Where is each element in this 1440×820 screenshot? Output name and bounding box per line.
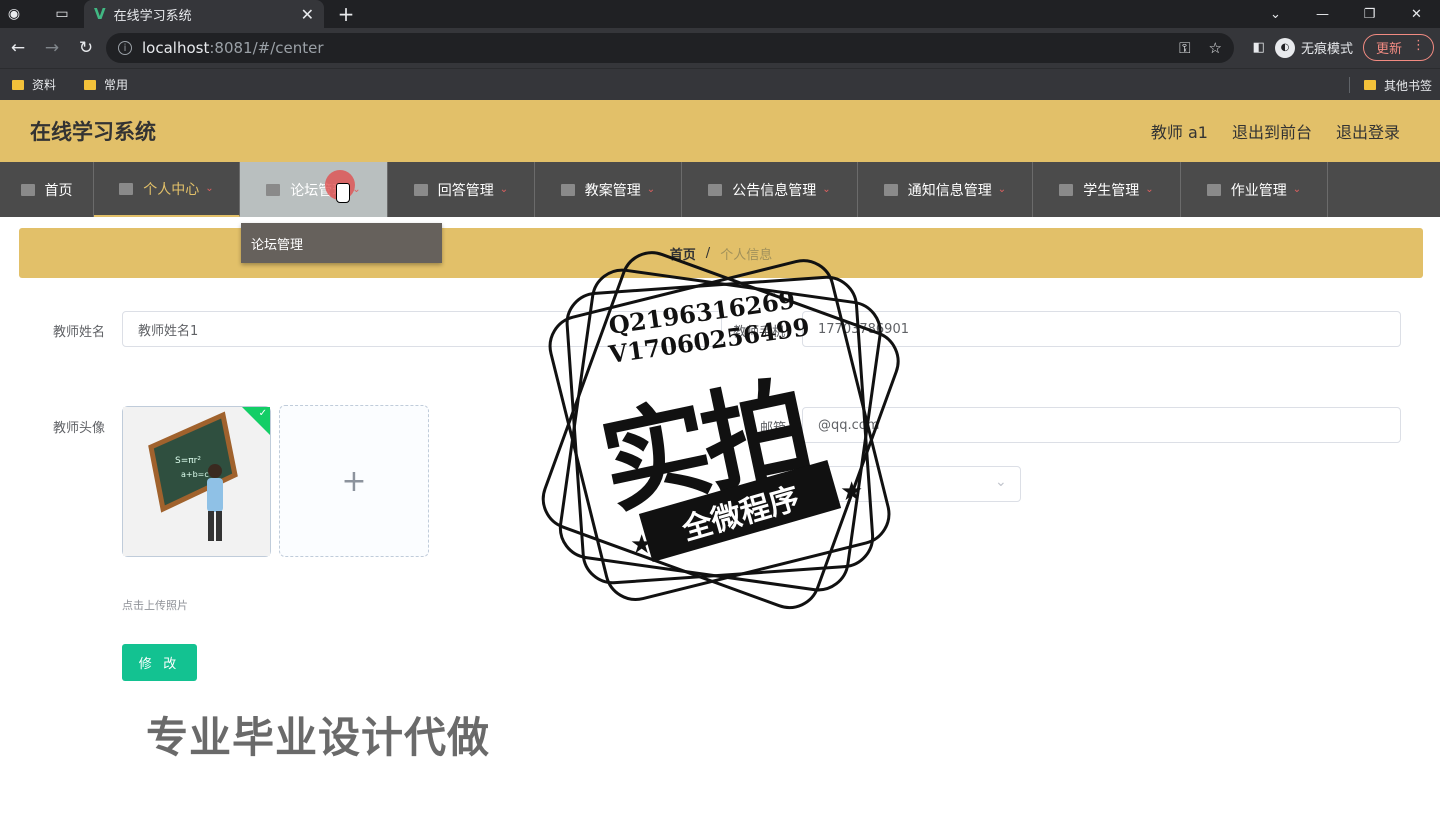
close-window-icon[interactable]: ✕: [1393, 0, 1440, 28]
tab-title: 在线学习系统: [113, 8, 192, 24]
chevron-down-icon: ⌄: [646, 184, 656, 195]
menu-item-home[interactable]: 首页: [0, 162, 94, 217]
app-header: 在线学习系统 教师 a1 退出到前台 退出登录: [0, 100, 1440, 162]
submenu-item-forum[interactable]: 论坛管理: [241, 223, 442, 263]
chevron-down-icon: ⌄: [822, 184, 831, 195]
folder-icon: [12, 79, 24, 90]
divider: [1349, 77, 1350, 93]
other-bookmarks-label: 其他书签: [1383, 78, 1432, 93]
menu-label: 作业管理: [1230, 182, 1287, 199]
avatar-label: 教师头像: [53, 421, 106, 436]
menu-label: 学生管理: [1083, 182, 1140, 199]
menu-item-notifications[interactable]: 通知信息管理 ⌄: [858, 162, 1033, 217]
incognito-label: 无痕模式: [1300, 42, 1353, 57]
reload-icon[interactable]: ↻: [70, 32, 102, 64]
user-icon: [119, 182, 134, 195]
menu-label: 回答管理: [437, 182, 494, 199]
key-icon[interactable]: ⚿: [1179, 39, 1190, 57]
url-host: localhost: [142, 39, 210, 57]
star-icon: ★: [840, 477, 863, 507]
new-tab-button[interactable]: +: [334, 0, 358, 28]
update-button[interactable]: 更新 ⋮: [1362, 34, 1434, 61]
chevron-down-icon: ⌄: [995, 474, 1007, 490]
app-title: 在线学习系统: [30, 120, 156, 144]
mic-icon: [1059, 183, 1074, 196]
menu-label: 首页: [44, 182, 73, 199]
bookmarks-bar: 资料 常用 其他书签: [0, 68, 1440, 100]
name-label: 教师姓名: [53, 325, 106, 340]
info-icon[interactable]: i: [118, 41, 132, 55]
other-bookmarks[interactable]: 其他书签: [1363, 69, 1432, 101]
restore-icon[interactable]: ❐: [1346, 0, 1393, 28]
menu-item-announcements[interactable]: 公告信息管理 ⌄: [682, 162, 858, 217]
chat-icon: [413, 183, 428, 196]
menu-item-students[interactable]: 学生管理 ⌄: [1033, 162, 1181, 217]
menu-item-lesson-plans[interactable]: 教案管理 ⌄: [535, 162, 682, 217]
star-icon[interactable]: ☆: [1209, 39, 1222, 57]
menu-item-answers[interactable]: 回答管理 ⌄: [388, 162, 535, 217]
svg-text:S=πr²: S=πr²: [175, 456, 201, 466]
upload-trigger[interactable]: +: [279, 405, 429, 557]
menu-label: 个人中心: [143, 181, 200, 198]
window-controls: ⌄ — ❐ ✕: [1252, 0, 1440, 28]
plus-icon: +: [341, 463, 367, 499]
bell-off-icon: [883, 183, 898, 196]
avatar-thumbnail[interactable]: S=πr² a+b=c ✓: [122, 406, 271, 557]
chevron-down-icon: ⌄: [205, 183, 214, 194]
mail-icon: [560, 183, 575, 196]
bookmark-label: 资料: [32, 78, 57, 92]
chevron-down-icon: ⌄: [1145, 184, 1154, 195]
forward-icon[interactable]: →: [36, 32, 68, 64]
menu-item-personal-center[interactable]: 个人中心 ⌄: [94, 162, 240, 217]
menu-label: 公告信息管理: [732, 182, 817, 199]
toolbar-right: ◧ ◐ 无痕模式 更新 ⋮: [1253, 34, 1434, 61]
browser-tab[interactable]: V 在线学习系统 ✕: [84, 0, 324, 28]
check-icon: ✓: [258, 408, 267, 419]
sliders-icon: [1206, 183, 1221, 196]
grid-icon: [266, 183, 281, 196]
menu-item-forum[interactable]: 论坛管理 ⌄: [240, 162, 388, 217]
watermark-footer: 专业毕业设计代做: [146, 713, 491, 762]
incognito-indicator[interactable]: ◐ 无痕模式: [1274, 37, 1353, 58]
user-label: 教师 a1: [1150, 123, 1208, 142]
chevron-down-icon: ⌄: [1292, 184, 1302, 195]
main-menu: 首页 个人中心 ⌄ 论坛管理 ⌄ 回答管理 ⌄ 教案管理 ⌄ 公告信息管理 ⌄ 通知信息管…: [0, 162, 1440, 217]
window-icon[interactable]: ▭: [48, 0, 76, 28]
back-to-front-link[interactable]: 退出到前台: [1232, 119, 1312, 143]
more-icon: ⋮: [1412, 38, 1425, 53]
hand-cursor-icon: [336, 183, 350, 203]
submit-button[interactable]: 修 改: [122, 644, 197, 681]
chevron-down-icon: ⌄: [997, 184, 1007, 195]
update-label: 更新: [1375, 42, 1402, 57]
ticket-icon: [708, 183, 723, 196]
upload-tip: 点击上传照片: [122, 599, 188, 612]
folder-icon: [1363, 80, 1376, 90]
address-bar[interactable]: i localhost:8081/#/center ⚿ ☆: [106, 33, 1234, 63]
bookmark-folder-1[interactable]: 常用: [84, 76, 128, 93]
header-links: 教师 a1 退出到前台 退出登录: [1151, 100, 1400, 162]
folder-icon: [84, 79, 97, 90]
incognito-icon: ◐: [1274, 37, 1295, 58]
home-icon: [20, 183, 35, 196]
back-icon[interactable]: ←: [2, 32, 34, 64]
menu-label: 通知信息管理: [907, 182, 992, 199]
close-icon[interactable]: ✕: [301, 5, 314, 24]
menu-label: 教案管理: [584, 182, 641, 199]
svg-text:a+b=c: a+b=c: [181, 470, 209, 479]
minimize-icon[interactable]: —: [1299, 0, 1346, 28]
chevron-down-icon[interactable]: ⌄: [1252, 0, 1299, 28]
globe-icon[interactable]: ◉: [0, 0, 28, 28]
menu-item-homework[interactable]: 作业管理 ⌄: [1181, 162, 1328, 217]
vue-logo-icon: V: [94, 5, 106, 23]
bookmark-label: 常用: [104, 78, 129, 92]
logout-link[interactable]: 退出登录: [1336, 119, 1400, 143]
bookmark-folder-0[interactable]: 资料: [12, 76, 56, 93]
chevron-down-icon: ⌄: [499, 184, 509, 195]
sidepanel-icon[interactable]: ◧: [1253, 40, 1265, 55]
url-path: :8081/#/center: [209, 39, 324, 57]
